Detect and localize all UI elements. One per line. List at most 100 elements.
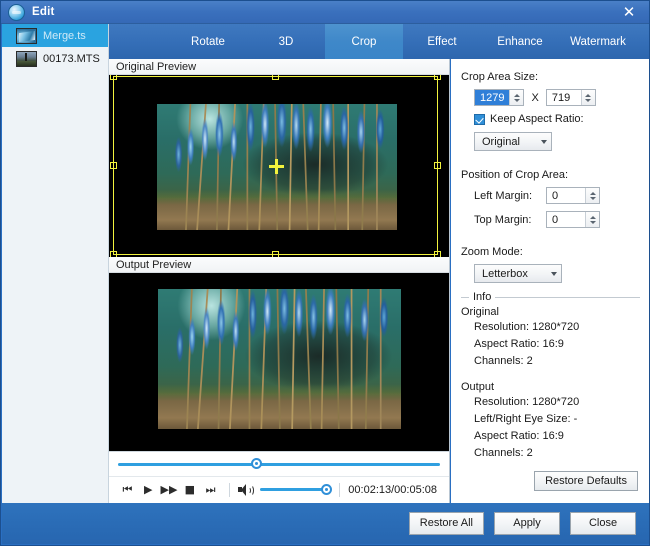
volume-icon[interactable] bbox=[238, 484, 253, 496]
top-margin-value[interactable]: 0 bbox=[547, 212, 585, 227]
top-margin-stepper[interactable]: 0 bbox=[546, 211, 600, 228]
top-margin-row: Top Margin: 0 bbox=[461, 211, 640, 228]
info-original-channels: Channels: 2 bbox=[461, 355, 640, 367]
stop-button[interactable]: ■ bbox=[179, 480, 200, 500]
crop-width-stepper[interactable]: 1279 bbox=[474, 89, 524, 106]
info-output-eye-size: Left/Right Eye Size: - bbox=[461, 413, 640, 425]
preview-column: Original Preview Output Preview bbox=[109, 59, 450, 505]
title-bar: Edit ✕ bbox=[1, 1, 650, 24]
chevron-down-icon bbox=[541, 140, 547, 144]
left-margin-label: Left Margin: bbox=[474, 190, 546, 202]
file-name: 00173.MTS bbox=[43, 53, 100, 65]
aspect-ratio-select-row: Original bbox=[461, 132, 640, 151]
crop-handle-bottom-right[interactable] bbox=[434, 251, 441, 257]
top-margin-arrows[interactable] bbox=[585, 212, 599, 227]
output-preview-stage bbox=[109, 273, 449, 451]
crop-handle-bottom-center[interactable] bbox=[272, 251, 279, 257]
restore-defaults-row: Restore Defaults bbox=[461, 471, 640, 491]
control-divider bbox=[229, 483, 230, 497]
info-output-resolution: Resolution: 1280*720 bbox=[461, 396, 640, 408]
list-item-00173-mts[interactable]: 00173.MTS bbox=[2, 47, 108, 70]
playback-controls-row: ⏮ ▶ ▶▶ ■ ⏭ 00:02:13/00:05:08 bbox=[109, 476, 449, 502]
tab-watermark[interactable]: Watermark bbox=[559, 24, 637, 59]
left-margin-value[interactable]: 0 bbox=[547, 188, 585, 203]
crop-height-stepper[interactable]: 719 bbox=[546, 89, 596, 106]
info-output-channels: Channels: 2 bbox=[461, 447, 640, 459]
zoom-mode-value: Letterbox bbox=[482, 268, 541, 280]
file-name: Merge.ts bbox=[43, 30, 86, 42]
original-preview-label: Original Preview bbox=[109, 59, 449, 75]
original-preview-stage[interactable] bbox=[109, 75, 449, 257]
crop-handle-top-right[interactable] bbox=[434, 75, 441, 80]
crop-height-arrows[interactable] bbox=[581, 90, 595, 105]
left-margin-row: Left Margin: 0 bbox=[461, 187, 640, 204]
time-display: 00:02:13/00:05:08 bbox=[348, 484, 441, 496]
fast-forward-button[interactable]: ▶▶ bbox=[159, 480, 180, 500]
action-bar: Restore All Apply Close bbox=[2, 503, 650, 544]
video-thumbnail-icon bbox=[16, 51, 37, 67]
restore-all-button[interactable]: Restore All bbox=[409, 512, 484, 535]
play-button[interactable]: ▶ bbox=[138, 480, 159, 500]
tab-rotate[interactable]: Rotate bbox=[169, 24, 247, 59]
left-margin-stepper[interactable]: 0 bbox=[546, 187, 600, 204]
crop-handle-middle-right[interactable] bbox=[434, 162, 441, 169]
info-output-heading: Output bbox=[461, 381, 640, 393]
keep-aspect-ratio-label: Keep Aspect Ratio: bbox=[490, 113, 584, 125]
tab-crop[interactable]: Crop bbox=[325, 24, 403, 59]
info-original-resolution: Resolution: 1280*720 bbox=[461, 321, 640, 333]
crop-handle-top-center[interactable] bbox=[272, 75, 279, 80]
tab-effect[interactable]: Effect bbox=[403, 24, 481, 59]
aspect-ratio-select[interactable]: Original bbox=[474, 132, 552, 151]
seek-slider-knob[interactable] bbox=[251, 458, 262, 469]
output-preview-label: Output Preview bbox=[109, 257, 449, 273]
crop-area-size-label: Crop Area Size: bbox=[461, 71, 640, 83]
zoom-mode-select-row: Letterbox bbox=[461, 264, 640, 283]
original-video-frame bbox=[157, 104, 397, 230]
crop-handle-middle-left[interactable] bbox=[110, 162, 117, 169]
zoom-mode-select[interactable]: Letterbox bbox=[474, 264, 562, 283]
edit-window: Edit ✕ Merge.ts 00173.MTS Rotate 3D Crop… bbox=[0, 0, 650, 546]
seek-slider[interactable] bbox=[118, 463, 440, 466]
next-button[interactable]: ⏭ bbox=[200, 480, 221, 500]
volume-slider-knob[interactable] bbox=[321, 484, 332, 495]
crop-height-value[interactable]: 719 bbox=[547, 90, 581, 105]
info-legend: Info bbox=[469, 291, 495, 303]
crop-width-arrows[interactable] bbox=[509, 90, 523, 105]
list-item-merge-ts[interactable]: Merge.ts bbox=[2, 24, 108, 47]
control-divider bbox=[339, 483, 340, 497]
zoom-mode-label: Zoom Mode: bbox=[461, 246, 640, 258]
chevron-down-icon bbox=[551, 272, 557, 276]
close-icon[interactable]: ✕ bbox=[607, 1, 650, 24]
aspect-ratio-value: Original bbox=[482, 136, 531, 148]
info-section: Info Original Resolution: 1280*720 Aspec… bbox=[461, 297, 640, 491]
crop-handle-bottom-left[interactable] bbox=[110, 251, 117, 257]
close-button[interactable]: Close bbox=[570, 512, 636, 535]
info-original-aspect-ratio: Aspect Ratio: 16:9 bbox=[461, 338, 640, 350]
keep-aspect-ratio-row[interactable]: Keep Aspect Ratio: bbox=[461, 113, 640, 125]
tab-enhance[interactable]: Enhance bbox=[481, 24, 559, 59]
keep-aspect-ratio-checkbox[interactable] bbox=[474, 114, 485, 125]
dimension-separator: X bbox=[531, 92, 538, 104]
window-title: Edit bbox=[32, 6, 55, 18]
position-of-crop-area-label: Position of Crop Area: bbox=[461, 169, 640, 181]
crop-size-row: 1279 X 719 bbox=[461, 89, 640, 106]
crop-handle-top-left[interactable] bbox=[110, 75, 117, 80]
apply-button[interactable]: Apply bbox=[494, 512, 560, 535]
globe-icon bbox=[8, 4, 25, 21]
file-list-sidebar: Merge.ts 00173.MTS bbox=[2, 24, 109, 505]
seek-row bbox=[109, 452, 449, 476]
restore-defaults-button[interactable]: Restore Defaults bbox=[534, 471, 638, 491]
transport-bar: ⏮ ▶ ▶▶ ■ ⏭ 00:02:13/00:05:08 bbox=[109, 451, 449, 502]
info-output-aspect-ratio: Aspect Ratio: 16:9 bbox=[461, 430, 640, 442]
output-video-frame bbox=[158, 289, 401, 429]
top-margin-label: Top Margin: bbox=[474, 214, 546, 226]
info-original-heading: Original bbox=[461, 306, 640, 318]
left-margin-arrows[interactable] bbox=[585, 188, 599, 203]
video-thumbnail-icon bbox=[16, 28, 37, 44]
tab-bar: Rotate 3D Crop Effect Enhance Watermark bbox=[109, 24, 650, 59]
crop-width-value[interactable]: 1279 bbox=[475, 90, 509, 105]
tab-bar-spacer bbox=[109, 24, 169, 59]
volume-slider[interactable] bbox=[260, 488, 331, 491]
previous-button[interactable]: ⏮ bbox=[117, 480, 138, 500]
tab-3d[interactable]: 3D bbox=[247, 24, 325, 59]
